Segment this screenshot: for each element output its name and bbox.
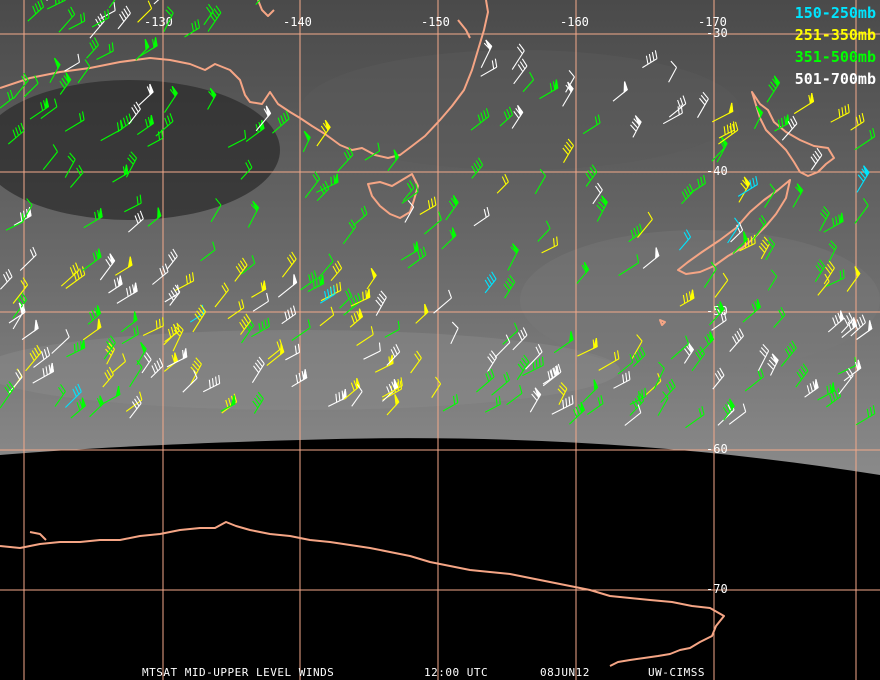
- legend-label: 150-250mb: [794, 4, 876, 22]
- lon-label: -150: [421, 15, 450, 29]
- cloud-band: [520, 230, 880, 370]
- map-canvas: -130 -140 -150 -160 -170 -30 -40 -50 -60…: [0, 0, 880, 680]
- legend-label: 501-700mb: [794, 70, 876, 88]
- image-caption: MTSAT MID-UPPER LEVEL WINDS 12:00 UTC 08…: [0, 666, 880, 680]
- legend-label: 351-500mb: [794, 48, 876, 66]
- legend-label: 251-350mb: [794, 26, 876, 44]
- legend-mid-level: 351-500mb: [795, 46, 876, 68]
- lat-label: -40: [706, 164, 728, 178]
- lat-label: -70: [706, 582, 728, 596]
- legend-low-level: 501-700mb: [795, 68, 876, 90]
- valid-date: 08JUN12: [540, 666, 590, 679]
- legend-high-level: 150-250mb: [795, 2, 876, 24]
- valid-time: 12:00 UTC: [424, 666, 489, 679]
- product-name: MTSAT MID-UPPER LEVEL WINDS: [142, 666, 335, 679]
- lon-label: -140: [283, 15, 312, 29]
- lat-label: -30: [706, 26, 728, 40]
- antarctica-coast: [0, 521, 725, 667]
- data-source: UW-CIMSS: [648, 666, 705, 679]
- cloud-band: [0, 330, 620, 410]
- legend-upper-level: 251-350mb: [795, 24, 876, 46]
- satellite-wind-map: -130 -140 -150 -160 -170 -30 -40 -50 -60…: [0, 0, 880, 680]
- antarctica-inlet: [29, 531, 47, 541]
- lat-label: -60: [706, 442, 728, 456]
- lon-label: -160: [560, 15, 589, 29]
